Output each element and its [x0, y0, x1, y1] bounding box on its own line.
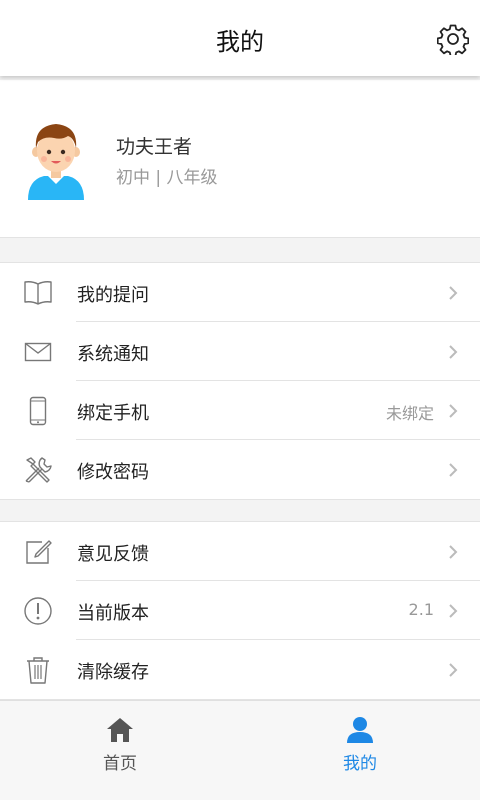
tools-icon [22, 454, 54, 486]
chevron-right-icon [449, 345, 458, 359]
envelope-icon [22, 336, 54, 368]
menu-item-value: 未绑定 [385, 404, 434, 423]
avatar [28, 124, 84, 200]
tab-label: 首页 [103, 754, 137, 774]
menu-item-my-questions[interactable]: 我的提问 [0, 263, 480, 322]
menu-group-app: 意见反馈 当前版本 2.1 清除缓存 [0, 521, 480, 700]
tab-home[interactable]: 首页 [0, 701, 240, 800]
page-title: 我的 [216, 28, 264, 56]
chevron-right-icon [449, 463, 458, 477]
menu-item-label: 绑定手机 [77, 403, 149, 424]
chevron-right-icon [449, 604, 458, 618]
trash-icon [22, 654, 54, 686]
settings-button[interactable] [436, 22, 470, 56]
menu-item-change-password[interactable]: 修改密码 [0, 440, 480, 499]
user-icon [344, 715, 376, 745]
chevron-right-icon [449, 404, 458, 418]
menu-item-value: 2.1 [408, 600, 434, 619]
edit-icon [22, 536, 54, 568]
profile-grade: 初中 | 八年级 [116, 168, 218, 188]
menu-item-notifications[interactable]: 系统通知 [0, 322, 480, 381]
home-icon [104, 715, 136, 745]
menu-item-label: 修改密码 [77, 462, 149, 483]
menu-item-feedback[interactable]: 意见反馈 [0, 522, 480, 581]
chevron-right-icon [449, 663, 458, 677]
menu-item-label: 清除缓存 [77, 662, 149, 683]
menu-item-label: 当前版本 [77, 603, 149, 624]
bottom-tab-bar: 首页 我的 [0, 700, 480, 800]
info-icon [22, 595, 54, 627]
book-icon [22, 277, 54, 309]
menu-item-bind-phone[interactable]: 绑定手机 未绑定 [0, 381, 480, 440]
profile-card[interactable]: 功夫王者 初中 | 八年级 [0, 80, 480, 238]
menu-item-label: 我的提问 [77, 285, 149, 306]
chevron-right-icon [449, 545, 458, 559]
menu-item-clear-cache[interactable]: 清除缓存 [0, 640, 480, 699]
phone-icon [22, 395, 54, 427]
chevron-right-icon [449, 286, 458, 300]
tab-label: 我的 [343, 754, 377, 774]
menu-group-account: 我的提问 系统通知 绑定手机 未绑定 修改密码 [0, 262, 480, 500]
app-header: 我的 [0, 0, 480, 76]
menu-item-version[interactable]: 当前版本 2.1 [0, 581, 480, 640]
profile-name: 功夫王者 [116, 136, 193, 158]
menu-item-label: 意见反馈 [77, 544, 149, 565]
gear-icon [437, 24, 469, 55]
tab-mine[interactable]: 我的 [240, 701, 480, 800]
menu-item-label: 系统通知 [77, 344, 149, 365]
